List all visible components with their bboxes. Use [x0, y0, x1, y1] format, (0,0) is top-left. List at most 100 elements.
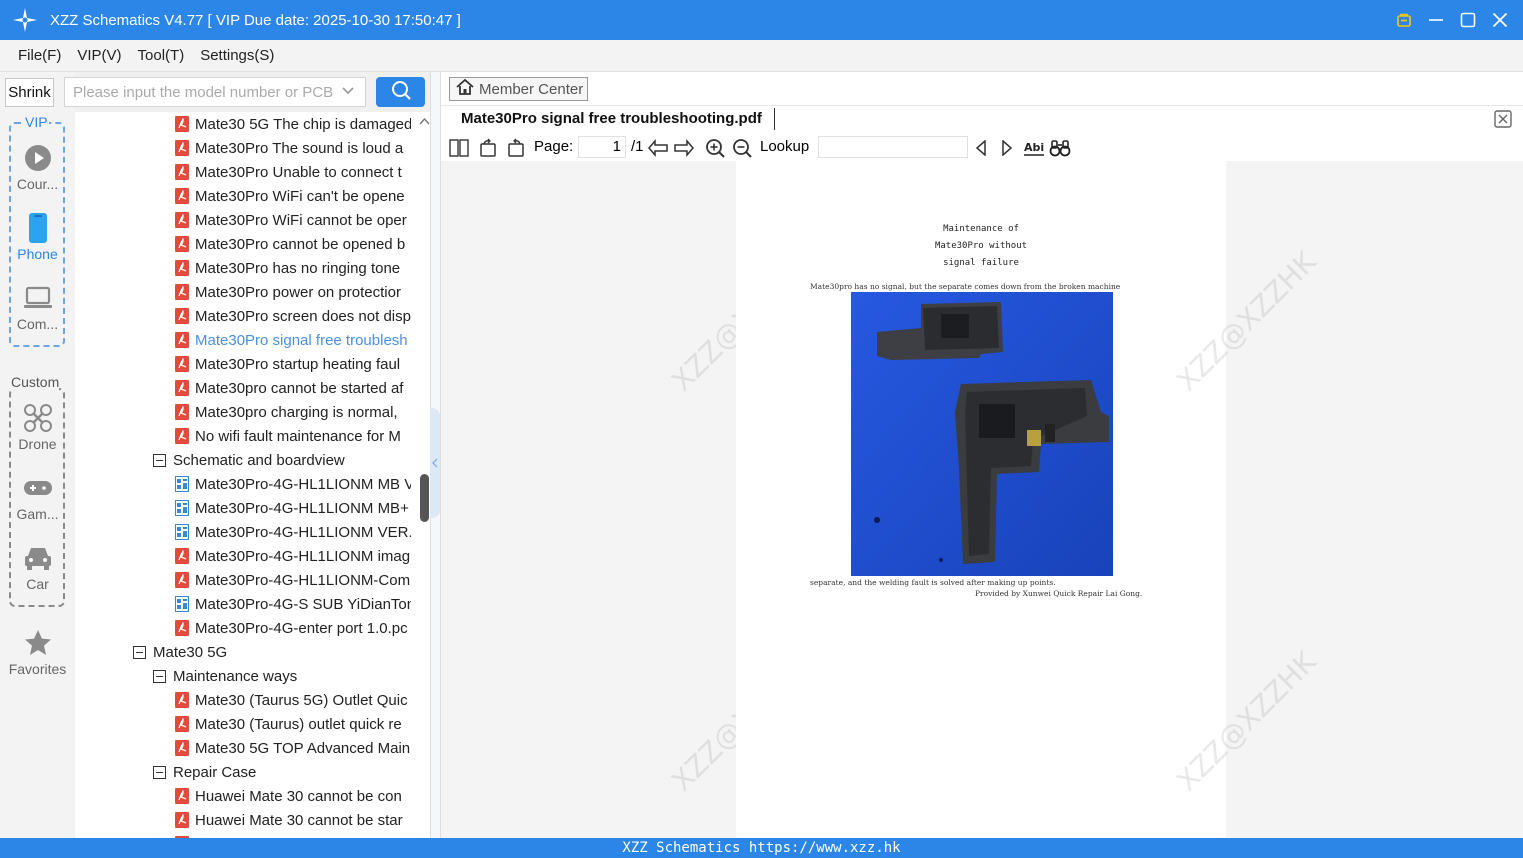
menu-tool[interactable]: Tool(T) — [130, 47, 193, 64]
tree-file-item[interactable]: Mate30Pro power on protectior — [175, 280, 411, 304]
pdf-file-icon — [175, 404, 189, 420]
car-icon — [0, 542, 75, 574]
tree-item-label: Mate30 5G The chip is damaged — [195, 115, 411, 133]
tree-file-item[interactable]: Mate30 (Taurus 5G) Outlet Quic — [175, 688, 411, 712]
match-case-icon[interactable]: Abi — [1023, 137, 1045, 159]
tree-folder[interactable]: Maintenance ways — [153, 664, 411, 688]
minimize-icon[interactable] — [1427, 11, 1445, 29]
maximize-icon[interactable] — [1459, 11, 1477, 29]
vip-bag-icon[interactable] — [1395, 11, 1413, 29]
page-number-input[interactable]: 1 — [578, 136, 626, 158]
tree-file-item[interactable]: Mate30Pro signal free troublesh — [175, 328, 411, 352]
pdf-file-icon — [175, 260, 189, 276]
tree-file-item[interactable]: Mate30Pro Unable to connect t — [175, 160, 411, 184]
sidebar-item-game[interactable]: Gam... — [0, 472, 75, 522]
sidebar-item-phone[interactable]: Phone — [0, 212, 75, 262]
tree-item-label: Mate30Pro WiFi cannot be oper — [195, 211, 407, 229]
find-next-icon[interactable] — [996, 137, 1018, 159]
tree-folder[interactable]: Schematic and boardview — [153, 448, 411, 472]
menu-bar: File(F) VIP(V) Tool(T) Settings(S) — [0, 40, 1523, 72]
close-tab-icon[interactable] — [1494, 110, 1512, 128]
tree-folder[interactable]: Repair Case — [153, 760, 411, 784]
tree-file-item[interactable]: Mate30Pro startup heating faul — [175, 352, 411, 376]
sidebar-item-course[interactable]: Cour... — [0, 142, 75, 192]
tree-file-item[interactable]: Huawei Mate 30 cannot be star — [175, 808, 411, 832]
tree-file-item[interactable]: Mate30Pro cannot be opened b — [175, 232, 411, 256]
menu-settings[interactable]: Settings(S) — [192, 47, 282, 64]
sidebar-item-drone[interactable]: Drone — [0, 402, 75, 452]
sidebar-item-label: Com... — [16, 316, 59, 332]
shrink-button[interactable]: Shrink — [5, 78, 54, 107]
board-photo — [851, 292, 1113, 576]
zoom-in-icon[interactable] — [704, 137, 726, 159]
sidebar-item-label: Car — [26, 576, 49, 592]
tree-scroll-thumb[interactable] — [420, 474, 429, 522]
find-previous-icon[interactable] — [970, 137, 992, 159]
model-search-input[interactable]: Please input the model number or PCB — [64, 77, 366, 107]
tree-file-item[interactable]: Mate30 5G TOP Advanced Main — [175, 736, 411, 760]
tree-item-label: Mate30Pro-4G-S SUB YiDianTon — [195, 595, 411, 613]
tree-item-label: Mate30Pro screen does not disp — [195, 307, 411, 325]
pdf-file-icon — [175, 716, 189, 732]
tree-file-item[interactable]: Mate30 (Taurus) outlet quick re — [175, 712, 411, 736]
tree-file-item[interactable]: Mate30Pro-4G-enter port 1.0.pc — [175, 616, 411, 640]
zoom-out-icon[interactable] — [731, 137, 753, 159]
pdf-credit-text: Provided by Xunwei Quick Repair Lai Gong… — [975, 589, 1143, 598]
sidebar-item-favorites[interactable]: Favorites — [0, 627, 75, 677]
tree-item-label: Mate30pro charging is normal, — [195, 403, 398, 421]
tree-file-item[interactable]: Mate30Pro-4G-S SUB YiDianTon — [175, 592, 411, 616]
tab-document[interactable]: Mate30Pro signal free troubleshooting.pd… — [461, 110, 762, 127]
tree-file-item[interactable]: Mate30Pro-4G-HL1LIONM imag — [175, 544, 411, 568]
tree-file-item[interactable]: Mate30Pro-4G-HL1LIONM MB V — [175, 472, 411, 496]
tree-folder[interactable]: Mate30 5G — [133, 640, 411, 664]
tree-file-item[interactable]: Mate30Pro-4G-HL1LIONM MB+ — [175, 496, 411, 520]
previous-page-icon[interactable] — [647, 137, 669, 159]
pdf-file-icon — [175, 548, 189, 564]
rotate-left-icon[interactable] — [477, 137, 499, 159]
menu-file[interactable]: File(F) — [10, 47, 69, 64]
tree-file-item[interactable]: Mate30Pro WiFi can't be opene — [175, 184, 411, 208]
laptop-icon — [0, 282, 75, 314]
chevron-left-icon — [432, 458, 438, 468]
pdf-file-icon — [175, 284, 189, 300]
tree-file-item[interactable]: Mate30Pro screen does not disp — [175, 304, 411, 328]
pdf-file-icon — [175, 812, 189, 828]
pdf-file-icon — [175, 188, 189, 204]
member-center-button[interactable]: Member Center — [449, 77, 588, 101]
custom-group-label: Custom — [11, 374, 60, 390]
lookup-input[interactable] — [818, 136, 968, 158]
collapse-pane-handle[interactable] — [430, 408, 440, 518]
tree-file-item[interactable]: Mate30 5G The chip is damaged — [175, 112, 411, 136]
tree-file-item[interactable]: No wifi fault maintenance for M — [175, 424, 411, 448]
find-all-binoculars-icon[interactable] — [1049, 137, 1071, 159]
close-icon[interactable] — [1491, 11, 1509, 29]
pdf-file-icon — [175, 164, 189, 180]
tree-file-item[interactable]: Mate30Pro The sound is loud a — [175, 136, 411, 160]
next-page-icon[interactable] — [673, 137, 695, 159]
collapse-icon — [153, 453, 166, 467]
tree-file-item[interactable]: Mate30Pro has no ringing tone — [175, 256, 411, 280]
tree-item-label: Mate30Pro cannot be opened b — [195, 235, 406, 253]
sidebar-item-car[interactable]: Car — [0, 542, 75, 592]
tree-file-item[interactable]: Mate30Pro-4G-HL1LIONM VER. — [175, 520, 411, 544]
collapse-icon — [153, 669, 166, 683]
tree-item-label: Mate30 (Taurus 5G) Outlet Quic — [195, 691, 408, 709]
sidebar-item-computer[interactable]: Com... — [0, 282, 75, 332]
chevron-down-icon[interactable] — [341, 84, 355, 102]
rotate-right-icon[interactable] — [505, 137, 527, 159]
two-page-view-icon[interactable] — [448, 137, 470, 159]
tree-item-label: Mate30Pro Unable to connect t — [195, 163, 402, 181]
tree-file-item[interactable]: Mate30Pro WiFi cannot be oper — [175, 208, 411, 232]
tree-file-item[interactable]: Mate30Pro-4G-HL1LIONM-Com — [175, 568, 411, 592]
tree-item-label: Mate30 5G — [153, 643, 228, 661]
pdf-file-icon — [175, 116, 189, 132]
pdf-outro-text: separate, and the welding fault is solve… — [810, 578, 1056, 587]
tree-file-item[interactable]: Huawei Mate 30 cannot be con — [175, 784, 411, 808]
tree-file-item[interactable]: Mate30pro cannot be started af — [175, 376, 411, 400]
search-placeholder: Please input the model number or PCB — [73, 83, 334, 101]
boardview-file-icon — [175, 476, 189, 492]
pdf-file-icon — [175, 428, 189, 444]
tree-file-item[interactable]: Mate30pro charging is normal, — [175, 400, 411, 424]
menu-vip[interactable]: VIP(V) — [69, 47, 129, 64]
search-button[interactable] — [376, 77, 425, 107]
